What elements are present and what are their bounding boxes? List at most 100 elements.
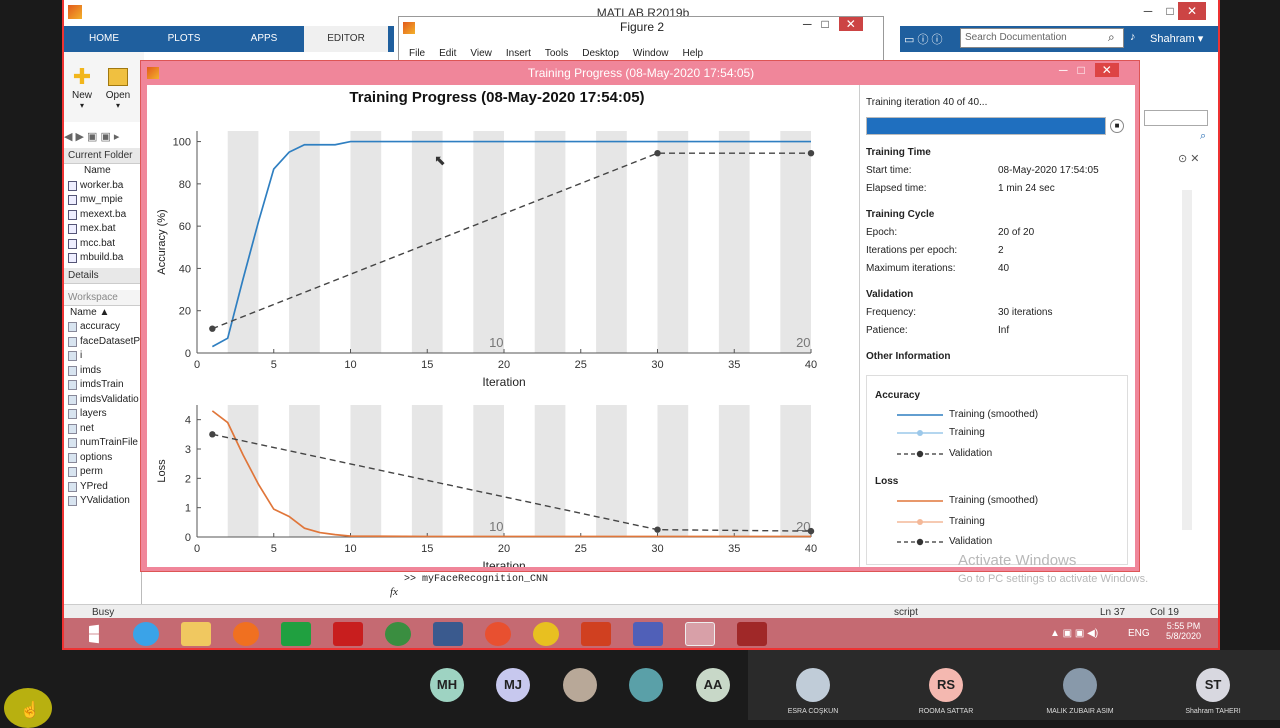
- menu-edit[interactable]: Edit: [439, 48, 456, 59]
- internet-explorer-icon[interactable]: [133, 622, 159, 646]
- workspace-variable[interactable]: numTrainFile: [64, 436, 141, 451]
- participant-avatar[interactable]: [563, 668, 597, 702]
- close-button[interactable]: ✕: [1178, 2, 1206, 20]
- file-icon: [68, 253, 77, 264]
- loss-chart: 0 5 10 15 20 25 30 35 400123410 20IterationLoss: [156, 405, 817, 567]
- tab-plots[interactable]: PLOTS: [144, 26, 224, 52]
- file-item[interactable]: mex.bat: [64, 222, 141, 237]
- x-tick-label: 0: [194, 359, 200, 371]
- workspace-variable[interactable]: accuracy: [64, 320, 141, 335]
- editor-search-icon[interactable]: ⌕: [1200, 130, 1206, 143]
- variable-icon: [68, 496, 77, 507]
- editor-dropdown[interactable]: [1144, 110, 1208, 126]
- workspace-variable[interactable]: imds: [64, 364, 141, 379]
- workspace-header: Workspace: [64, 289, 141, 306]
- bell-icon[interactable]: ♪: [1130, 31, 1136, 43]
- participant-avatar[interactable]: AA: [696, 668, 730, 702]
- name-column-header[interactable]: Name: [64, 164, 141, 179]
- y-tick-label: 3: [185, 444, 191, 456]
- legend-loss-header: Loss: [875, 476, 899, 487]
- file-item[interactable]: mw_mpie: [64, 193, 141, 208]
- participant-avatar[interactable]: MJ: [496, 668, 530, 702]
- search-icon[interactable]: ⌕: [1108, 30, 1115, 45]
- menu-window[interactable]: Window: [633, 48, 669, 59]
- folder-nav-arrows[interactable]: ◀ ▶ ▣ ▣ ▸: [64, 130, 142, 144]
- y-tick-label: 60: [179, 221, 191, 233]
- workspace-variable[interactable]: YValidation: [64, 494, 141, 509]
- workspace-variable[interactable]: options: [64, 451, 141, 466]
- winrar-icon[interactable]: [737, 622, 767, 646]
- menu-view[interactable]: View: [470, 48, 492, 59]
- workspace-variable[interactable]: net: [64, 422, 141, 437]
- start-button-icon[interactable]: [89, 624, 99, 644]
- workspace-variable[interactable]: layers: [64, 407, 141, 422]
- tray-icons[interactable]: ▲ ▣ ▣ ◀): [1050, 628, 1098, 639]
- workspace-variable[interactable]: imdsTrain: [64, 378, 141, 393]
- participant-avatar[interactable]: [1063, 668, 1097, 702]
- open-button[interactable]: Open ▾: [100, 64, 136, 110]
- workspace-variable[interactable]: i: [64, 349, 141, 364]
- acrobat-icon[interactable]: [333, 622, 363, 646]
- training-window-controls[interactable]: ─ □ ✕: [1059, 63, 1119, 77]
- file-icon: [68, 224, 77, 235]
- matlab-taskbar-icon[interactable]: [685, 622, 715, 646]
- workspace-name-header[interactable]: Name ▲: [64, 306, 141, 321]
- clock[interactable]: 5:55 PM 5/8/2020: [1166, 621, 1201, 641]
- store-icon[interactable]: [281, 622, 311, 646]
- participant-avatar[interactable]: ST: [1196, 668, 1230, 702]
- x-tick-label: 0: [194, 543, 200, 555]
- tab-home[interactable]: HOME: [64, 26, 144, 52]
- workspace-variable[interactable]: faceDatasetP: [64, 335, 141, 350]
- file-item[interactable]: mbuild.ba: [64, 251, 141, 266]
- workspace-variable[interactable]: imdsValidatio: [64, 393, 141, 408]
- camera-app-icon[interactable]: [485, 622, 511, 646]
- training-info-panel: Training iteration 40 of 40... ■ Trainin…: [859, 85, 1135, 567]
- participant-avatar[interactable]: [796, 668, 830, 702]
- frequency-row: Frequency: 30 iterations: [866, 307, 1053, 318]
- menu-tools[interactable]: Tools: [545, 48, 568, 59]
- teams-icon[interactable]: [633, 622, 663, 646]
- spider-app-icon[interactable]: [433, 622, 463, 646]
- participant-avatar[interactable]: [629, 668, 663, 702]
- menu-help[interactable]: Help: [683, 48, 704, 59]
- menu-desktop[interactable]: Desktop: [582, 48, 619, 59]
- participant-name: MALIK ZUBAIR ASIM: [1046, 708, 1114, 715]
- x-tick-label: 40: [805, 543, 817, 555]
- tab-apps[interactable]: APPS: [224, 26, 304, 52]
- quick-access-icons[interactable]: ▭ ⓘ ⓘ: [904, 31, 954, 47]
- file-item[interactable]: mcc.bat: [64, 237, 141, 252]
- file-icon: [68, 209, 77, 220]
- firefox-icon[interactable]: [233, 622, 259, 646]
- language-indicator[interactable]: ENG: [1128, 628, 1150, 639]
- epoch-band: [289, 131, 320, 353]
- stop-training-button[interactable]: ■: [1110, 119, 1124, 133]
- figure2-window-controls[interactable]: ─ □ ✕: [803, 17, 863, 31]
- participant-avatar[interactable]: MH: [430, 668, 464, 702]
- participant-avatar[interactable]: RS: [929, 668, 963, 702]
- menu-file[interactable]: File: [409, 48, 425, 59]
- x-axis-label: Iteration: [482, 375, 525, 389]
- new-button[interactable]: ✚ New ▾: [64, 64, 100, 111]
- search-input[interactable]: Search Documentation: [960, 28, 1124, 48]
- file-item[interactable]: mexext.ba: [64, 208, 141, 223]
- training-cycle-header: Training Cycle: [866, 209, 935, 220]
- file-explorer-icon[interactable]: [181, 622, 211, 646]
- user-menu[interactable]: Shahram ▾: [1150, 32, 1203, 45]
- details-header[interactable]: Details: [64, 267, 141, 284]
- workspace-variable[interactable]: YPred: [64, 480, 141, 495]
- file-item[interactable]: worker.ba: [64, 179, 141, 194]
- x-tick-label: 10: [344, 543, 356, 555]
- powerpoint-icon[interactable]: [581, 622, 611, 646]
- chrome-icon[interactable]: [533, 622, 559, 646]
- editor-scrollbar[interactable]: [1182, 190, 1192, 530]
- epoch-band: [718, 131, 750, 353]
- variable-icon: [68, 394, 77, 405]
- workspace-variable[interactable]: perm: [64, 465, 141, 480]
- current-folder-header: Current Folder: [64, 148, 141, 164]
- variable-icon: [68, 438, 77, 449]
- plot-title: Training Progress (08-May-2020 17:54:05): [349, 89, 645, 106]
- tab-editor[interactable]: EDITOR: [304, 26, 388, 52]
- globe-app-icon[interactable]: [385, 622, 411, 646]
- menu-insert[interactable]: Insert: [506, 48, 531, 59]
- panel-close-icon[interactable]: ⊙ ✕: [1178, 152, 1200, 165]
